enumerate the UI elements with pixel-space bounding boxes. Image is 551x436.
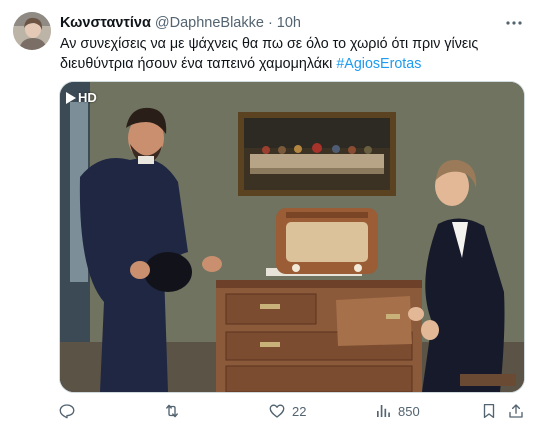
scene-illustration (60, 82, 524, 392)
more-horizontal-icon (506, 21, 522, 25)
action-bar: 22 850 (0, 398, 551, 424)
more-button[interactable] (498, 10, 530, 36)
bookmark-button[interactable] (480, 398, 498, 424)
share-icon (509, 404, 523, 418)
separator-dot: · (267, 15, 273, 31)
share-button[interactable] (507, 398, 525, 424)
reply-icon (59, 404, 75, 419)
hd-label: HD (78, 90, 97, 105)
reply-button[interactable] (58, 398, 76, 424)
hd-badge: HD (66, 90, 97, 105)
author-name[interactable]: Κωνσταντίνα (60, 15, 151, 31)
play-icon (66, 91, 76, 104)
tweet[interactable]: Κωνσταντίνα @DaphneBlakke · 10h Αν συνεχ… (0, 0, 551, 436)
like-button[interactable]: 22 (268, 398, 306, 424)
author-handle[interactable]: @DaphneBlakke (155, 15, 264, 31)
retweet-button[interactable] (163, 398, 181, 424)
like-count: 22 (292, 403, 307, 419)
tweet-header: Κωνσταντίνα @DaphneBlakke · 10h (60, 13, 301, 33)
hashtag-link[interactable]: #AgiosErotas (336, 56, 421, 72)
media-image[interactable]: HD (59, 81, 525, 393)
timestamp[interactable]: 10h (277, 15, 301, 31)
views-chart-icon (377, 405, 390, 417)
avatar[interactable] (13, 12, 51, 50)
views-button[interactable]: 850 (374, 398, 420, 424)
heart-icon (269, 404, 285, 418)
views-count: 850 (398, 403, 420, 419)
tweet-text: Αν συνεχίσεις να με ψάχνεις θα πω σε όλο… (60, 35, 530, 74)
avatar-image (13, 12, 51, 50)
bookmark-icon (483, 403, 495, 419)
retweet-icon (166, 404, 178, 418)
